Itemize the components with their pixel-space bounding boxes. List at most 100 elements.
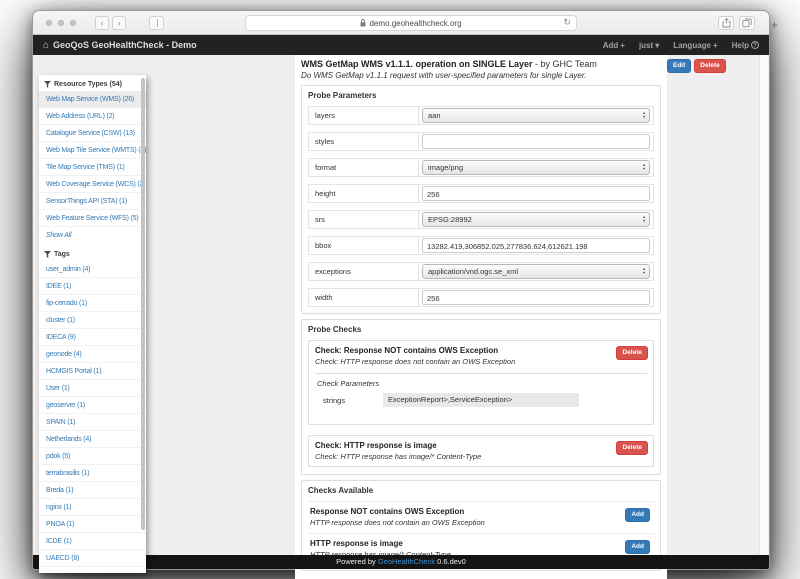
select-stepper-icon: ▲▼	[642, 216, 646, 223]
sidebar-item-tag[interactable]: IDEE (1)	[39, 278, 146, 295]
probe-parameter-row: bbox 13282.419,306852.025,277836.624,612…	[308, 236, 654, 255]
share-icon[interactable]	[718, 16, 734, 30]
parameter-label: layers	[309, 107, 419, 124]
check-description: Check: HTTP response does not contain an…	[315, 357, 647, 366]
caret-down-icon: ▾	[655, 41, 659, 50]
sidebar-item-tag[interactable]: PNOA (1)	[39, 516, 146, 533]
sidebar-item-resource-type[interactable]: Web Address (URL) (2)	[39, 108, 146, 125]
reload-icon[interactable]: ↻	[563, 17, 571, 28]
navbar-menu-item[interactable]: Add +	[603, 41, 625, 50]
help-icon: ?	[751, 41, 759, 49]
delete-check-button[interactable]: Delete	[616, 346, 648, 360]
sidebar-item-tag[interactable]: Breda (1)	[39, 482, 146, 499]
probe-parameter-row: height 256	[308, 184, 654, 203]
navbar-menu-item[interactable]: Language +	[673, 41, 717, 50]
sidebar-item-tag[interactable]: HCMGIS Portal (1)	[39, 363, 146, 380]
close-window-icon[interactable]	[46, 20, 52, 26]
parameter-label: height	[309, 185, 419, 202]
select-stepper-icon: ▲▼	[642, 268, 646, 275]
navbar-brand[interactable]: ⌂ GeoQoS GeoHealthCheck - Demo	[43, 40, 197, 51]
parameter-select[interactable]: image/png ▲▼	[422, 160, 650, 175]
page-content: Resource Types (54) Web Map Service (WMS…	[33, 55, 769, 555]
available-check: Add Response NOT contains OWS Exception …	[308, 501, 654, 533]
check-parameter-label: strings	[323, 396, 369, 405]
navbar-menu-item[interactable]: just ▾	[639, 41, 659, 50]
probe-parameter-row: srs EPSG:28992 ▲▼	[308, 210, 654, 229]
parameter-text-input[interactable]: 256	[422, 186, 650, 201]
parameter-label: styles	[309, 133, 419, 150]
sidebar-item-tag[interactable]: nginx (1)	[39, 499, 146, 516]
parameter-text-input[interactable]	[422, 134, 650, 149]
sidebar-item-resource-type[interactable]: Web Feature Service (WFS) (5)	[39, 210, 146, 227]
probe-check: Delete Check: HTTP response is image Che…	[308, 435, 654, 467]
sidebar-toggle-icon[interactable]	[149, 16, 164, 30]
minimize-window-icon[interactable]	[58, 20, 64, 26]
sidebar-item-resource-type[interactable]: Tile Map Service (TMS) (1)	[39, 159, 146, 176]
sidebar-item-tag[interactable]: geoserver (1)	[39, 397, 146, 414]
sidebar-item-tag[interactable]: geonode (4)	[39, 346, 146, 363]
probe-checks-panel: Probe Checks Delete Check: Response NOT …	[301, 319, 661, 475]
probe-parameter-row: exceptions application/vnd.ogc.se_xml ▲▼	[308, 262, 654, 281]
delete-probe-button[interactable]: Delete	[694, 59, 726, 73]
probe-title: WMS GetMap WMS v1.1.1. operation on SING…	[301, 59, 661, 70]
navbar-menu-item[interactable]: Help ?	[732, 41, 759, 50]
sidebar-item-tag[interactable]: ICDE (1)	[39, 533, 146, 550]
sidebar-item-tag[interactable]: terrabrasilis (1)	[39, 465, 146, 482]
sidebar-scrollbar-thumb[interactable]	[141, 78, 145, 530]
probe-detail-card: WMS GetMap WMS v1.1.1. operation on SING…	[295, 55, 667, 579]
sidebar-item-tag[interactable]: user_admin (4)	[39, 261, 146, 278]
probe-parameter-row: format image/png ▲▼	[308, 158, 654, 177]
add-check-button[interactable]: Add	[625, 540, 650, 554]
forward-button[interactable]: ›	[112, 16, 126, 30]
address-bar[interactable]: demo.geohealthcheck.org ↻	[245, 15, 577, 31]
sidebar-item-tag[interactable]: IDECA (9)	[39, 329, 146, 346]
back-button[interactable]: ‹	[95, 16, 109, 30]
browser-titlebar: ‹ › demo.geohealthcheck.org ↻	[33, 11, 769, 35]
parameter-select[interactable]: aan ▲▼	[422, 108, 650, 123]
select-stepper-icon: ▲▼	[642, 112, 646, 119]
edit-probe-button[interactable]: Edit	[667, 59, 691, 73]
browser-window: ‹ › demo.geohealthcheck.org ↻	[32, 10, 770, 570]
delete-check-button[interactable]: Delete	[616, 441, 648, 455]
sidebar-item-tag[interactable]: Netherlands (4)	[39, 431, 146, 448]
sidebar-item-tag[interactable]: fip-cerrado (1)	[39, 295, 146, 312]
sidebar-item-resource-type[interactable]: Web Map Service (WMS) (26)	[39, 91, 146, 108]
probe-checks-header: Probe Checks	[308, 325, 654, 334]
parameter-label: format	[309, 159, 419, 176]
sidebar-item-resource-type[interactable]: Web Map Tile Service (WMTS) (4)	[39, 142, 146, 159]
tabs-overview-icon[interactable]	[739, 16, 755, 30]
sidebar-item-tag[interactable]: pdok (5)	[39, 448, 146, 465]
sidebar-item-tag[interactable]: SPAIN (1)	[39, 414, 146, 431]
background-plus-icon: +	[771, 18, 778, 32]
filter-funnel-icon	[44, 81, 51, 88]
parameter-label: srs	[309, 211, 419, 228]
probe-parameter-row: styles	[308, 132, 654, 151]
plus-icon: +	[713, 41, 718, 50]
parameter-select[interactable]: application/vnd.ogc.se_xml ▲▼	[422, 264, 650, 279]
filter-funnel-icon	[44, 251, 51, 258]
select-stepper-icon: ▲▼	[642, 164, 646, 171]
sidebar-item-tag[interactable]: UAECD (8)	[39, 550, 146, 567]
zoom-window-icon[interactable]	[70, 20, 76, 26]
sidebar-item-tag[interactable]: cluster (1)	[39, 312, 146, 329]
parameter-label: exceptions	[309, 263, 419, 280]
sidebar-item-resource-type[interactable]: Catalogue Service (CSW) (13)	[39, 125, 146, 142]
parameter-text-input[interactable]: 13282.419,306852.025,277836.624,612621.1…	[422, 238, 650, 253]
parameter-select[interactable]: EPSG:28992 ▲▼	[422, 212, 650, 227]
sidebar-show-all-link[interactable]: Show All	[39, 227, 146, 243]
parameter-label: width	[309, 289, 419, 306]
sidebar-item-resource-type[interactable]: Web Coverage Service (WCS) (2)	[39, 176, 146, 193]
probe-parameters-header: Probe Parameters	[308, 91, 654, 100]
geohealthcheck-link[interactable]: GeoHealthCheck	[378, 557, 435, 566]
add-check-button[interactable]: Add	[625, 508, 650, 522]
desktop: + ‹ › demo.geohealthcheck.org ↻	[0, 0, 800, 577]
sidebar-item-tag[interactable]: User (1)	[39, 380, 146, 397]
sidebar-item-resource-type[interactable]: SensorThings API (STA) (1)	[39, 193, 146, 210]
browser-scrollbar[interactable]	[759, 55, 768, 555]
app-navbar: ⌂ GeoQoS GeoHealthCheck - Demo Add + jus…	[33, 35, 769, 55]
parameter-text-input[interactable]: 256	[422, 290, 650, 305]
traffic-lights	[46, 20, 76, 26]
probe-parameter-row: layers aan ▲▼	[308, 106, 654, 125]
check-parameter-value[interactable]: ExceptionReport>,ServiceException>	[383, 393, 579, 407]
url-text: demo.geohealthcheck.org	[369, 19, 461, 28]
